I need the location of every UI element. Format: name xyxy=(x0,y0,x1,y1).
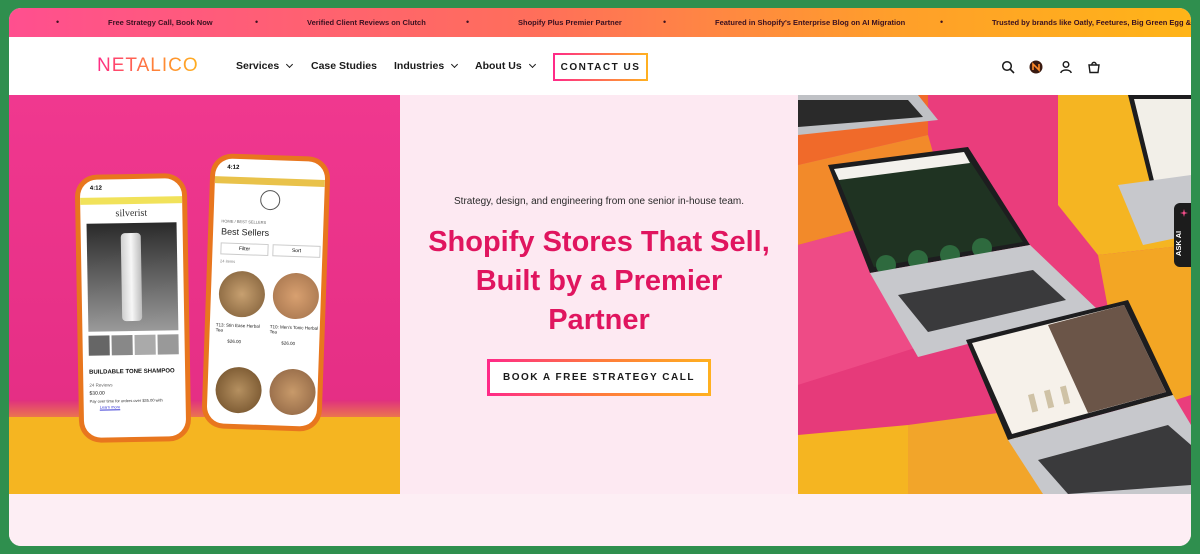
ask-ai-tab[interactable]: ASK AI xyxy=(1174,203,1191,267)
product-image xyxy=(272,272,320,320)
nav-services-label: Services xyxy=(236,60,280,72)
announcement-ticker: • Free Strategy Call, Book Now • Verifie… xyxy=(9,8,1191,37)
headline-line: Shopify Stores That Sell, xyxy=(428,226,770,258)
ticker-item[interactable]: Free Strategy Call, Book Now xyxy=(108,18,213,27)
chevron-down-icon xyxy=(451,60,459,69)
product-image xyxy=(218,270,266,318)
nav-industries[interactable]: Industries xyxy=(394,60,459,72)
nav-about-us-label: About Us xyxy=(475,60,522,72)
book-strategy-call-button[interactable]: BOOK A FREE STRATEGY CALL xyxy=(487,359,711,396)
phone-brand: silverist xyxy=(115,207,148,220)
chevron-down-icon xyxy=(286,60,294,69)
hero-image-phones: 4:12 silverist BUILDABLE TONE SHAMPOO 24… xyxy=(9,95,400,494)
product-price: $26.00 xyxy=(281,340,296,347)
product-pay-text: Pay over time for orders over $35.00 wit… xyxy=(89,397,163,404)
collection-title: Best Sellers xyxy=(220,226,270,239)
item-count: 24 items xyxy=(219,258,236,264)
product-name: T10: Men's Tonic Herbal Tea xyxy=(269,324,319,335)
nav-services[interactable]: Services xyxy=(236,60,294,72)
ask-ai-label: ASK AI xyxy=(1174,230,1184,257)
hero-image-laptops xyxy=(798,95,1191,494)
headline-line: Built by a Premier xyxy=(475,265,723,297)
phone-time: 4:12 xyxy=(89,185,102,192)
chevron-down-icon xyxy=(528,60,536,69)
brand-mark-icon xyxy=(259,189,281,211)
account-icon[interactable] xyxy=(1059,60,1073,74)
product-reviews: 24 Reviews xyxy=(89,382,113,388)
contact-us-button[interactable]: CONTACT US xyxy=(553,53,648,81)
ticker-item[interactable]: Trusted by brands like Oatly, Feetures, … xyxy=(992,18,1191,27)
sparkle-icon xyxy=(1180,209,1188,217)
browser-viewport: • Free Strategy Call, Book Now • Verifie… xyxy=(9,8,1191,546)
hero-copy: Strategy, design, and engineering from o… xyxy=(400,95,798,494)
nav-industries-label: Industries xyxy=(394,60,445,72)
phone-mockup-left: 4:12 silverist BUILDABLE TONE SHAMPOO 24… xyxy=(74,173,192,443)
breadcrumb: HOME / BEST SELLERS xyxy=(221,218,267,225)
ticker-bullet: • xyxy=(940,17,944,27)
ticker-bullet: • xyxy=(466,17,470,27)
hero-headline: Shopify Stores That Sell, Built by a Pre… xyxy=(400,223,798,340)
site-header: NETALICO Services Case Studies Industrie… xyxy=(9,37,1191,95)
phone-screen: 4:12 silverist BUILDABLE TONE SHAMPOO 24… xyxy=(79,178,187,438)
currency-flag-icon[interactable] xyxy=(1029,60,1043,74)
product-image xyxy=(86,222,179,332)
phone-screen: 4:12 HOME / BEST SELLERS Best Sellers Fi… xyxy=(206,158,326,427)
product-price: $26.00 xyxy=(227,338,242,345)
ticker-bullet: • xyxy=(663,17,667,27)
headline-line: Partner xyxy=(548,304,650,336)
cart-icon[interactable] xyxy=(1087,60,1101,74)
nav-about-us[interactable]: About Us xyxy=(475,60,536,72)
product-price: $30.00 xyxy=(89,390,105,397)
product-image xyxy=(214,366,263,414)
phone-time: 4:12 xyxy=(227,164,240,171)
phone-mockup-right: 4:12 HOME / BEST SELLERS Best Sellers Fi… xyxy=(201,152,331,433)
phone-promo-bar xyxy=(214,176,325,187)
sort-button: Sort xyxy=(272,244,321,258)
hero-section: 4:12 silverist BUILDABLE TONE SHAMPOO 24… xyxy=(9,95,1191,494)
ticker-bullet: • xyxy=(56,17,60,27)
product-name: T13: Stin Ease Herbal Tea xyxy=(215,322,260,333)
ticker-item[interactable]: Shopify Plus Premier Partner xyxy=(518,18,622,27)
learn-more-link: Learn more xyxy=(99,404,121,410)
backdrop-floor xyxy=(9,417,400,494)
nav-case-studies-label: Case Studies xyxy=(311,60,377,72)
ticker-item[interactable]: Verified Client Reviews on Clutch xyxy=(307,18,426,27)
ticker-item[interactable]: Featured in Shopify's Enterprise Blog on… xyxy=(715,18,905,27)
nav-case-studies[interactable]: Case Studies xyxy=(311,60,377,72)
laptops-illustration xyxy=(798,95,1191,494)
product-thumbnails xyxy=(88,334,179,356)
phone-promo-bar xyxy=(80,196,183,205)
product-image xyxy=(268,368,317,416)
page-bottom-strip xyxy=(9,494,1191,546)
hero-subheading: Strategy, design, and engineering from o… xyxy=(454,196,744,207)
search-icon[interactable] xyxy=(1001,60,1015,74)
netalico-logo[interactable]: NETALICO xyxy=(97,55,199,77)
ticker-bullet: • xyxy=(255,17,259,27)
product-title: BUILDABLE TONE SHAMPOO xyxy=(89,368,175,376)
filter-button: Filter xyxy=(220,242,269,257)
